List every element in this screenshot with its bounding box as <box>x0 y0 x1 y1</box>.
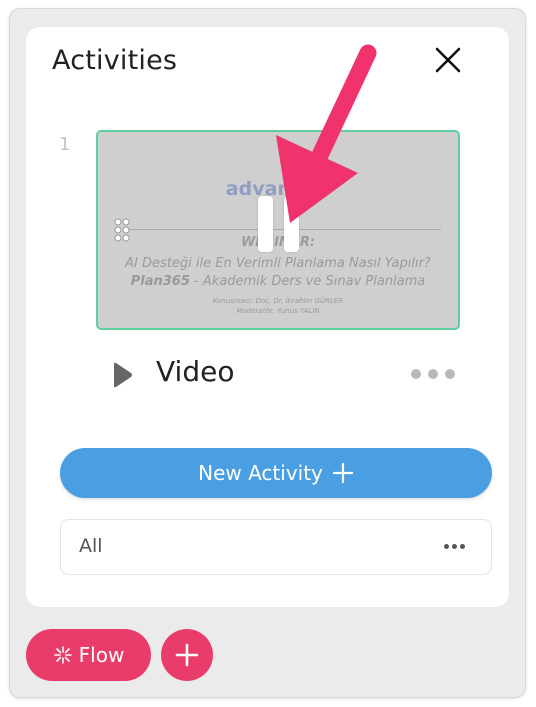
activity-label: Video <box>156 355 235 388</box>
thumbnail-text-line1: AI Desteği ile En Verimli Planlama Nasıl… <box>125 256 431 271</box>
drag-handle-icon <box>114 218 130 242</box>
thumbnail-moderator: Moderatör: Yunus YALIN <box>236 307 320 315</box>
thumbnail-text-line2: Plan365 - Akademik Ders ve Sınav Planlam… <box>98 274 458 289</box>
add-button[interactable] <box>161 629 213 681</box>
thumbnail-product-desc: - Akademik Ders ve Sınav Planlama <box>189 274 426 289</box>
video-thumbnail[interactable]: advancity WEBINAR: AI Desteği ile En Ver… <box>96 130 460 330</box>
ellipsis-icon[interactable] <box>444 544 466 550</box>
filter-label: All <box>79 535 103 557</box>
close-icon <box>435 47 461 73</box>
play-icon <box>114 362 132 388</box>
activities-panel: Activities 1 advancity WEBINAR: AI Deste… <box>26 27 509 607</box>
plus-icon <box>175 643 199 667</box>
flow-button[interactable]: Flow <box>26 629 151 681</box>
new-activity-label: New Activity <box>198 461 323 485</box>
more-horizontal-icon[interactable] <box>411 367 459 381</box>
close-button[interactable] <box>431 43 465 77</box>
activity-index: 1 <box>59 134 71 155</box>
sparkle-icon <box>53 646 72 664</box>
panel-title: Activities <box>52 45 178 76</box>
drag-handle[interactable] <box>113 217 133 243</box>
thumbnail-product-name: Plan365 <box>130 274 190 289</box>
filter-dropdown[interactable]: All <box>60 519 492 575</box>
new-activity-button[interactable]: New Activity <box>60 448 492 498</box>
thumbnail-speaker: Konuşmacı: Doç. Dr. İbrahim GÜRLER <box>212 297 344 305</box>
plus-icon <box>332 462 353 484</box>
pause-icon[interactable] <box>256 196 302 254</box>
flow-label: Flow <box>78 643 125 667</box>
